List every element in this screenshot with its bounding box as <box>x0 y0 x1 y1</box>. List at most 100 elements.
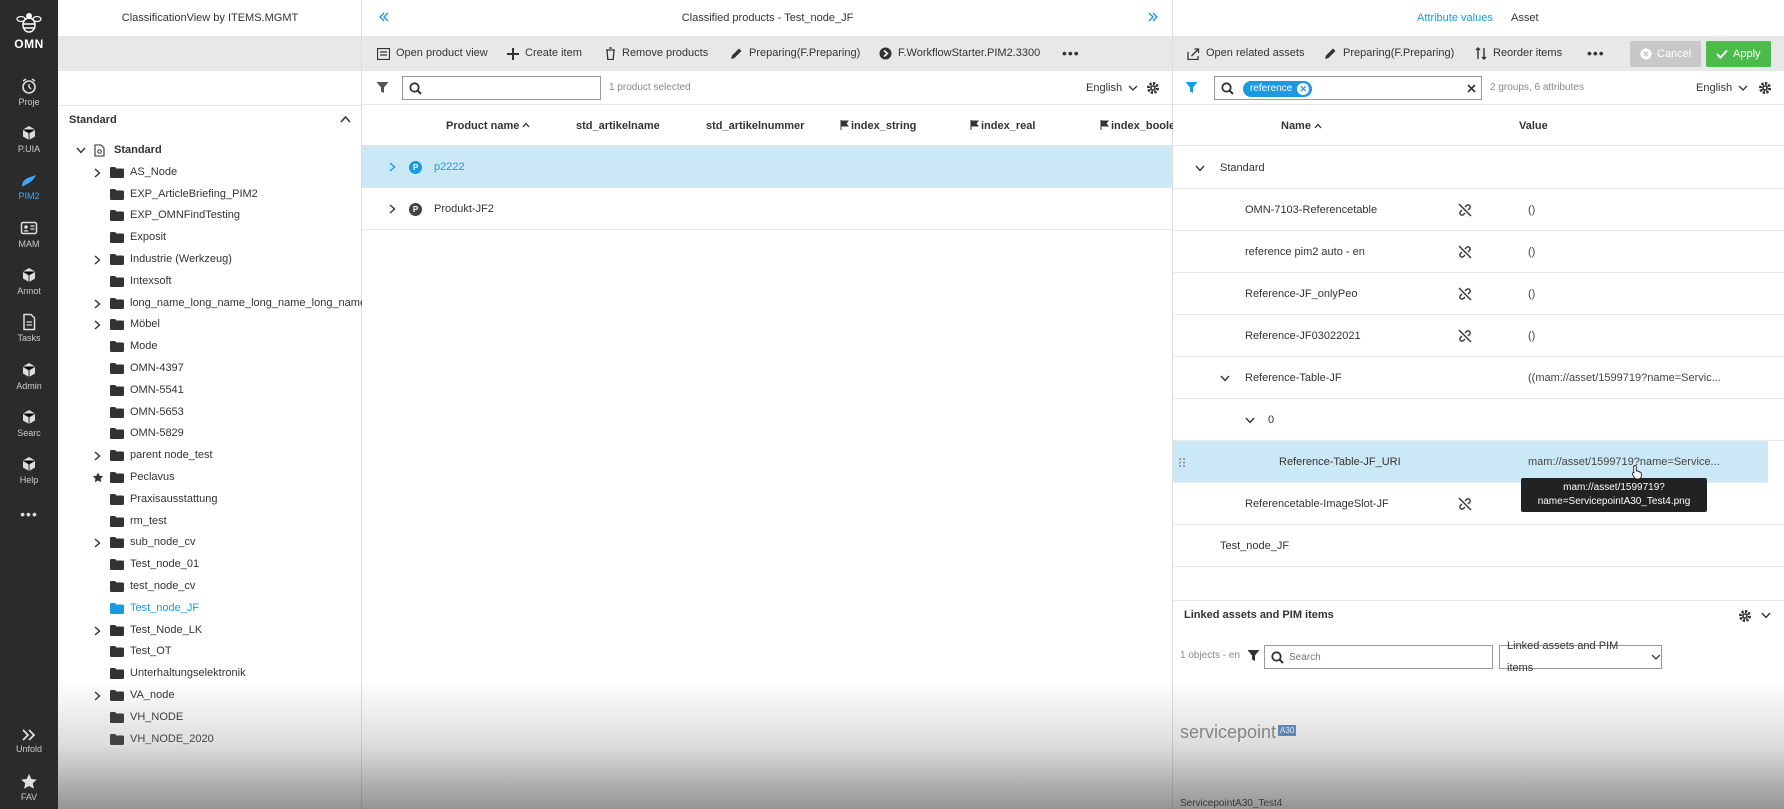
column-header[interactable]: std_artikelname <box>576 114 660 138</box>
attribute-value[interactable]: mam://asset/1599719?name=Service... <box>1528 441 1720 483</box>
gear-icon[interactable] <box>1758 81 1772 95</box>
tree-root[interactable]: Standard <box>58 140 361 161</box>
tree-node[interactable]: sub_node_cv <box>58 532 361 553</box>
rail-fav-button[interactable]: FAV <box>0 773 58 802</box>
attribute-row[interactable]: 0 <box>1173 399 1784 441</box>
column-header[interactable]: std_artikelnummer <box>706 114 804 138</box>
chevron-right-icon[interactable] <box>94 451 101 461</box>
tree-node[interactable]: test_node_cv <box>58 576 361 597</box>
attribute-row[interactable]: Standard <box>1173 147 1784 189</box>
tree-node[interactable]: Praxisausstattung <box>58 489 361 510</box>
drag-handle-icon[interactable] <box>1178 457 1186 468</box>
tree-node[interactable]: VA_node <box>58 685 361 706</box>
unlink-icon[interactable] <box>1458 203 1472 217</box>
attribute-row[interactable]: OMN-7103-Referencetable () <box>1173 189 1784 231</box>
tab-attribute-values[interactable]: Attribute values <box>1417 0 1493 36</box>
attribute-row[interactable]: Reference-Table-JF ((mam://asset/1599719?… <box>1173 357 1784 399</box>
chevron-right-icon[interactable] <box>94 626 101 636</box>
column-header-name[interactable]: Name <box>1281 114 1322 138</box>
attribute-value[interactable]: () <box>1528 315 1535 357</box>
language-select[interactable]: English <box>1696 71 1748 105</box>
reorder-items-button[interactable]: Reorder items <box>1475 36 1562 71</box>
attribute-row[interactable]: Reference-JF_onlyPeo () <box>1173 273 1784 315</box>
tree-node[interactable]: Test_node_01 <box>58 554 361 575</box>
chevron-right-icon[interactable] <box>94 320 101 330</box>
linked-search-box[interactable] <box>1264 645 1493 669</box>
expand-right-icon[interactable] <box>1147 12 1159 22</box>
rail-unfold-button[interactable]: Unfold <box>0 728 58 754</box>
product-search-input[interactable] <box>427 79 597 97</box>
clear-search-icon[interactable] <box>1467 84 1476 93</box>
rail-item-pim2[interactable]: PIM2 <box>0 171 58 201</box>
rail-more-button[interactable]: ••• <box>0 506 58 522</box>
unlink-icon[interactable] <box>1458 497 1472 511</box>
product-row[interactable]: P Produkt-JF2 <box>362 188 1172 230</box>
omn-logo[interactable]: OMN <box>0 10 58 51</box>
tree-node[interactable]: Industrie (Werkzeug) <box>58 249 361 270</box>
tree-node[interactable]: OMN-4397 <box>58 358 361 379</box>
rail-item-projects[interactable]: Proje <box>0 77 58 107</box>
unlink-icon[interactable] <box>1458 287 1472 301</box>
open-related-assets-button[interactable]: Open related assets <box>1187 36 1304 71</box>
column-header[interactable]: index_real <box>970 114 1035 138</box>
asset-thumbnail[interactable]: servicepoint A30 <box>1180 722 1297 743</box>
column-header[interactable]: index_boole <box>1100 114 1175 138</box>
chevron-right-icon[interactable] <box>94 168 101 178</box>
filter-icon[interactable] <box>1185 81 1198 94</box>
chevron-down-icon[interactable] <box>1220 375 1230 382</box>
rail-item-help[interactable]: Help <box>0 455 58 485</box>
tree-node[interactable]: parent node_test <box>58 445 361 466</box>
chevron-down-icon[interactable] <box>1195 165 1205 172</box>
chevron-right-icon[interactable] <box>389 162 396 172</box>
tree-node[interactable]: Möbel <box>58 314 361 335</box>
chevron-down-icon[interactable] <box>1761 612 1771 619</box>
tree-node[interactable]: EXP_OMNFindTesting <box>58 205 361 226</box>
chevron-right-icon[interactable] <box>94 538 101 548</box>
attribute-row[interactable]: Reference-JF03022021 () <box>1173 315 1784 357</box>
chevron-down-icon[interactable] <box>76 147 86 154</box>
linked-type-select[interactable]: Linked assets and PIM items <box>1499 640 1662 674</box>
chevron-right-icon[interactable] <box>94 299 101 309</box>
rail-item-mam[interactable]: MAM <box>0 219 58 249</box>
attribute-search-box[interactable]: reference ✕ <box>1214 76 1482 100</box>
tree-node[interactable]: Mode <box>58 336 361 357</box>
preparing-button[interactable]: Preparing(F.Preparing) <box>730 36 860 71</box>
column-header-value[interactable]: Value <box>1519 114 1548 138</box>
attribute-row[interactable]: Test_node_JF <box>1173 525 1784 567</box>
tree-node[interactable]: Intexsoft <box>58 271 361 292</box>
filter-chip[interactable]: reference ✕ <box>1243 81 1313 97</box>
tree-node[interactable]: Test_Node_LK <box>58 620 361 641</box>
gear-icon[interactable] <box>1146 81 1160 95</box>
attribute-row[interactable]: reference pim2 auto - en () <box>1173 231 1784 273</box>
product-row[interactable]: Pp2222 <box>362 146 1172 188</box>
remove-products-button[interactable]: Remove products <box>605 36 708 71</box>
preparing-button[interactable]: Preparing(F.Preparing) <box>1324 36 1454 71</box>
create-item-button[interactable]: Create item <box>507 36 582 71</box>
more-actions-button[interactable]: ••• <box>1062 36 1080 71</box>
collapse-section-icon[interactable] <box>340 115 351 123</box>
rail-item-search[interactable]: Searc <box>0 408 58 438</box>
tree-node[interactable]: Exposit <box>58 227 361 248</box>
filter-icon[interactable] <box>376 81 389 94</box>
unlink-icon[interactable] <box>1458 329 1472 343</box>
apply-button[interactable]: Apply <box>1706 41 1771 67</box>
chevron-right-icon[interactable] <box>389 204 396 214</box>
linked-search-input[interactable] <box>1289 648 1484 666</box>
tree-node[interactable]: Test_OT <box>58 641 361 662</box>
workflow-starter-button[interactable]: F.WorkflowStarter.PIM2.3300 <box>879 36 1040 71</box>
chevron-right-icon[interactable] <box>94 691 101 701</box>
tree-node[interactable]: AS_Node <box>58 162 361 183</box>
chevron-right-icon[interactable] <box>94 255 101 265</box>
column-header[interactable]: Product name <box>446 114 530 138</box>
tree-node[interactable]: EXP_ArticleBriefing_PIM2 <box>58 184 361 205</box>
gear-icon[interactable] <box>1738 609 1752 623</box>
chevron-down-icon[interactable] <box>1245 417 1255 424</box>
unlink-icon[interactable] <box>1458 245 1472 259</box>
tree-node[interactable]: VH_NODE_2020 <box>58 729 361 750</box>
tree-node[interactable]: Test_node_JF <box>58 598 361 619</box>
tree-node[interactable]: OMN-5653 <box>58 402 361 423</box>
filter-icon[interactable] <box>1247 649 1260 662</box>
language-select[interactable]: English <box>1086 71 1138 105</box>
attribute-value[interactable]: () <box>1528 231 1535 273</box>
tree-node[interactable]: VH_NODE <box>58 707 361 728</box>
